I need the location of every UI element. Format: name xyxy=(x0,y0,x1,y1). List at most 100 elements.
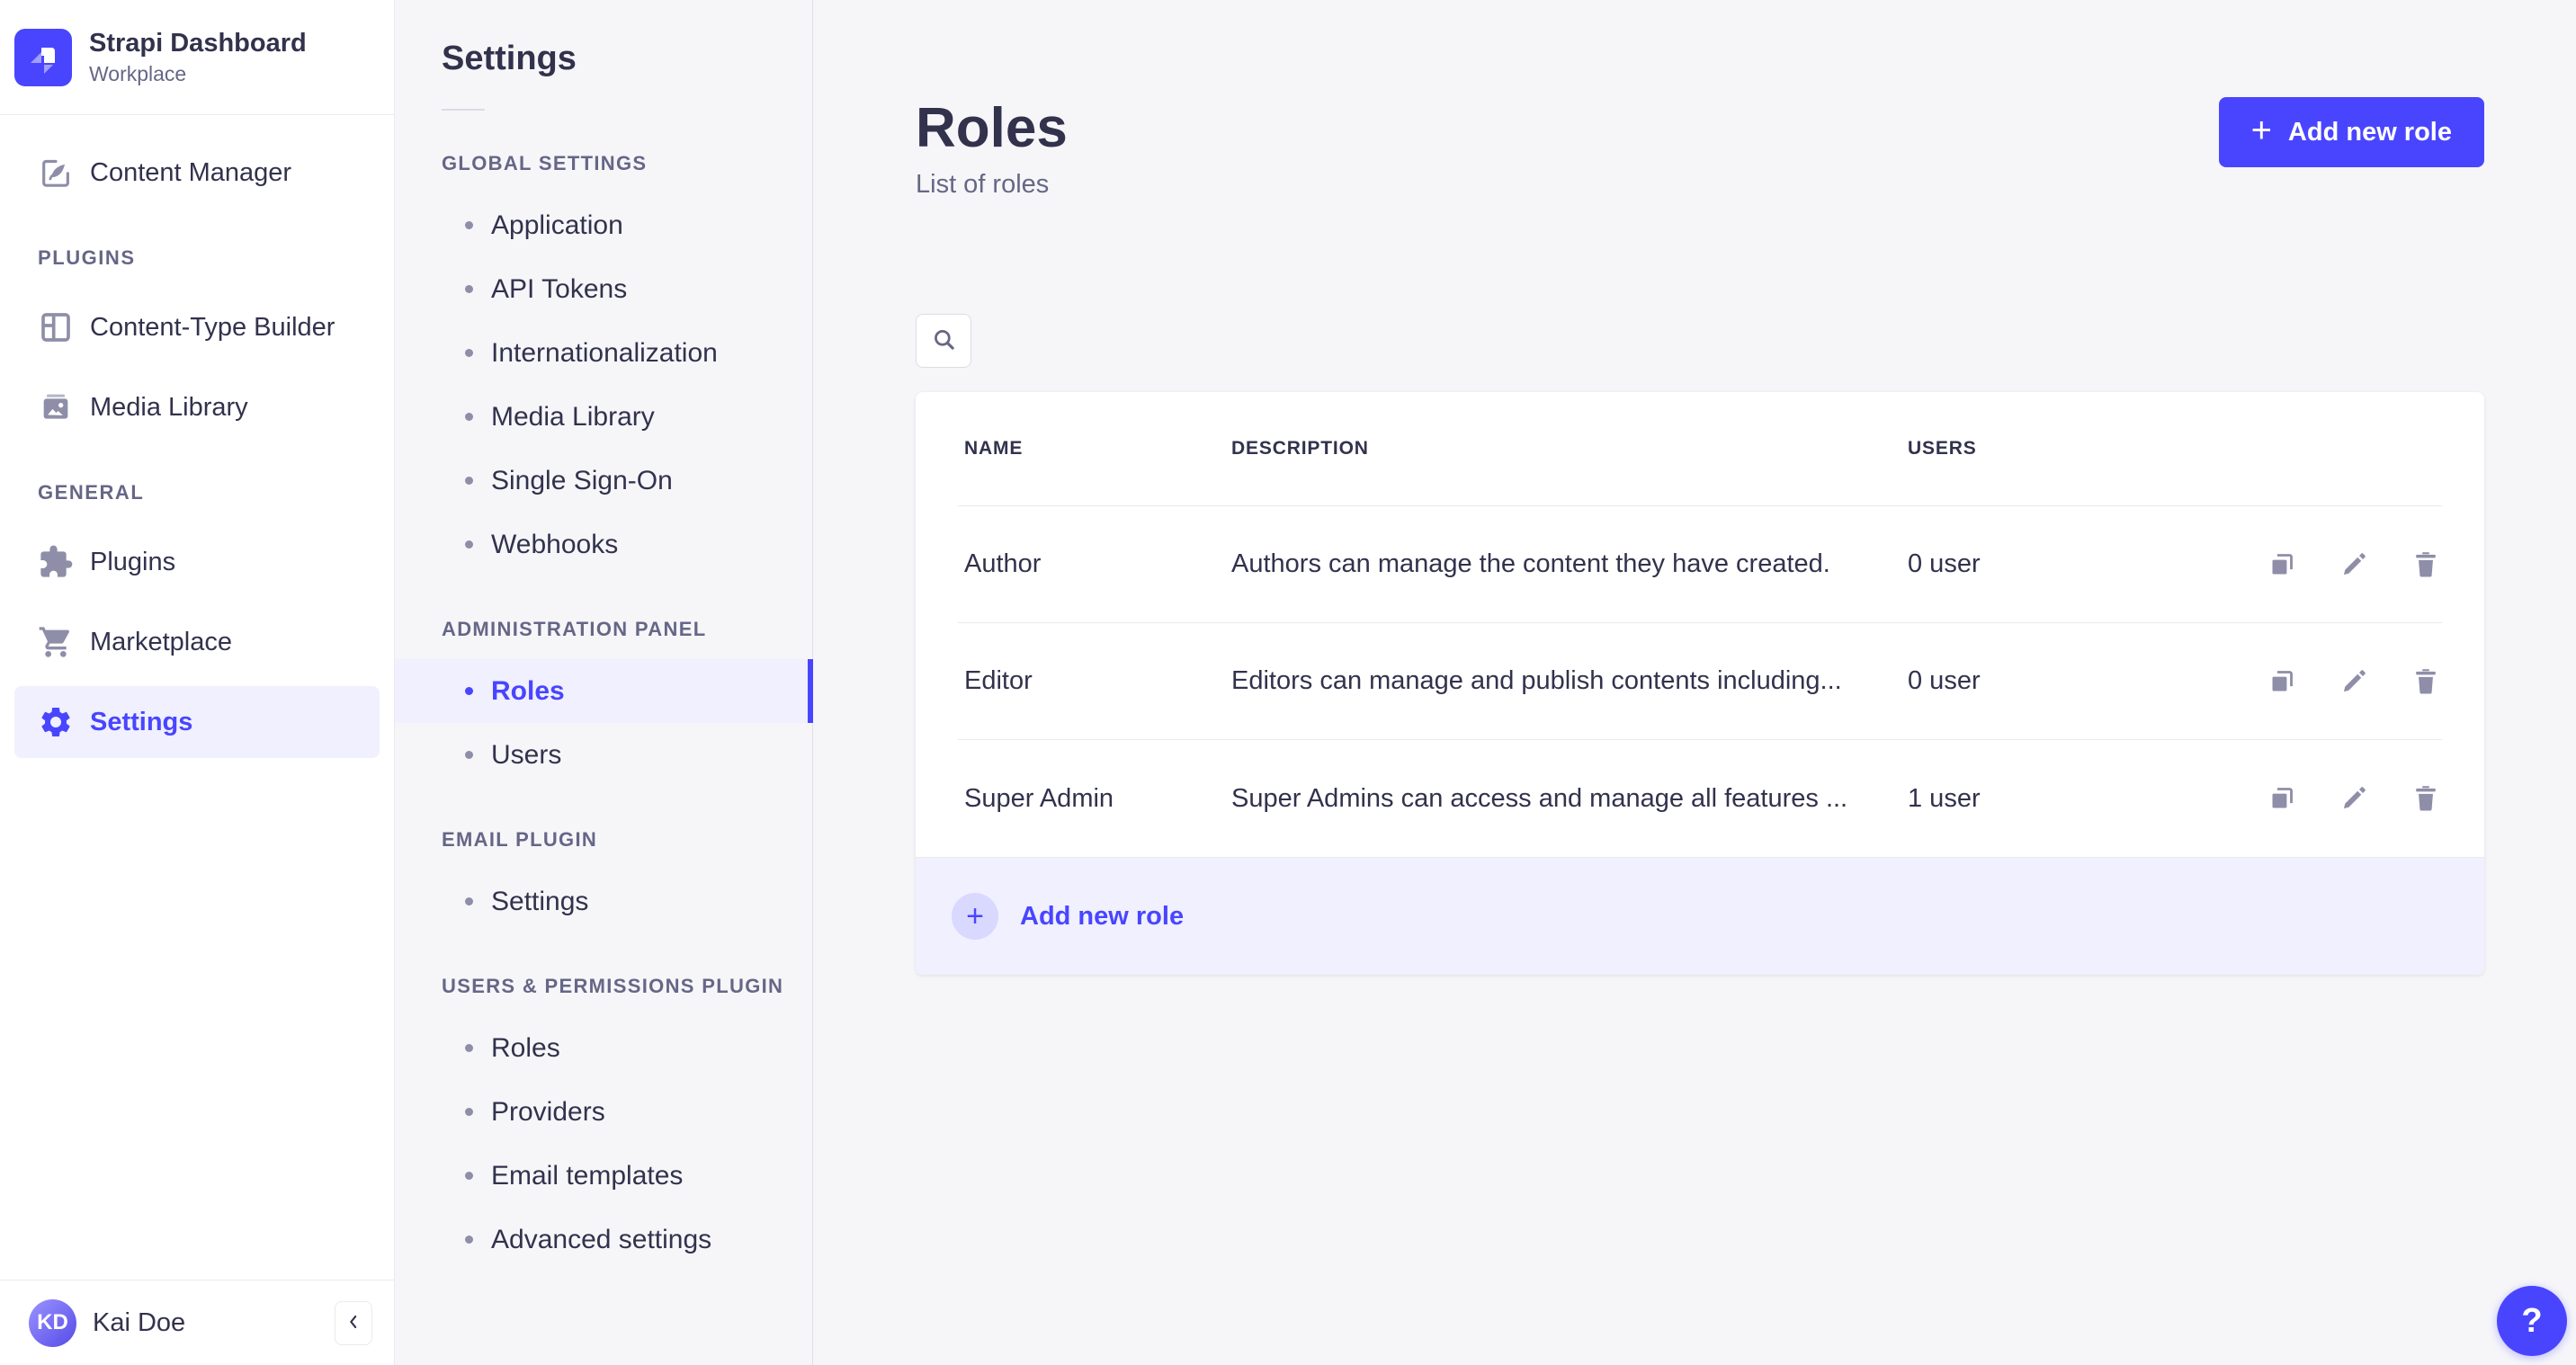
page-subtitle: List of roles xyxy=(916,170,1050,200)
settings-item-label: API Tokens xyxy=(491,273,628,304)
settings-item-up-roles[interactable]: Roles xyxy=(395,1016,812,1080)
settings-item-label: Settings xyxy=(491,886,589,916)
add-new-role-button-label: Add new role xyxy=(2287,117,2452,147)
sidebar-item-label: Content-Type Builder xyxy=(90,312,335,342)
search-icon xyxy=(929,325,959,357)
subsidebar-title: Settings xyxy=(442,40,577,77)
settings-item-label: Roles xyxy=(491,675,565,706)
role-name: Author xyxy=(964,549,1042,579)
section-items: Application API Tokens Internationalizat… xyxy=(395,193,812,576)
page-title: Roles xyxy=(916,97,1068,159)
cart-icon xyxy=(38,624,74,660)
gear-icon xyxy=(38,704,74,740)
sidebar-item-marketplace[interactable]: Marketplace xyxy=(14,606,380,678)
settings-item-admin-roles[interactable]: Roles xyxy=(395,659,813,723)
main-content: Roles List of roles + Add new role NAME … xyxy=(813,0,2576,1365)
sidebar-item-settings[interactable]: Settings xyxy=(14,686,380,758)
delete-icon[interactable] xyxy=(2410,782,2442,815)
sidebar-item-content-type-builder[interactable]: Content-Type Builder xyxy=(14,291,380,363)
bullet-icon xyxy=(465,413,473,421)
row-actions xyxy=(2234,549,2442,581)
delete-icon[interactable] xyxy=(2410,549,2442,581)
main-sidebar: Strapi Dashboard Workplace Content Manag… xyxy=(0,0,395,1365)
settings-item-api-tokens[interactable]: API Tokens xyxy=(395,257,812,321)
avatar[interactable]: KD xyxy=(29,1298,76,1347)
table-row-super-admin[interactable]: Super Admin Super Admins can access and … xyxy=(958,740,2442,857)
sidebar-item-content-manager[interactable]: Content Manager xyxy=(14,137,380,209)
duplicate-icon[interactable] xyxy=(2266,782,2298,815)
edit-icon[interactable] xyxy=(2338,782,2370,815)
section-items: Roles Users xyxy=(395,659,813,787)
collapse-sidebar-button[interactable] xyxy=(335,1300,372,1345)
strapi-logo-icon xyxy=(14,28,72,86)
section-label: USERS & PERMISSIONS PLUGIN xyxy=(442,975,784,997)
section-email-plugin: EMAIL PLUGIN Settings xyxy=(395,828,812,933)
bullet-icon xyxy=(465,1172,473,1180)
roles-table-card: NAME DESCRIPTION USERS Author Authors ca… xyxy=(916,392,2484,976)
sidebar-item-label: Media Library xyxy=(90,392,248,422)
footer-add-label: Add new role xyxy=(1020,901,1185,931)
settings-item-label: Media Library xyxy=(491,401,655,432)
settings-item-internationalization[interactable]: Internationalization xyxy=(395,321,812,385)
sidebar-item-media-library[interactable]: Media Library xyxy=(14,371,380,443)
plus-circle-icon: + xyxy=(952,893,998,941)
help-button[interactable]: ? xyxy=(2497,1286,2567,1356)
role-users-count: 1 user xyxy=(1908,783,1981,813)
role-name: Editor xyxy=(964,666,1033,696)
section-items: Settings xyxy=(395,870,812,933)
settings-item-email-settings[interactable]: Settings xyxy=(395,870,812,933)
bullet-icon xyxy=(465,897,473,906)
duplicate-icon[interactable] xyxy=(2266,665,2298,698)
chevron-left-icon xyxy=(342,1310,365,1336)
sidebar-item-label: Plugins xyxy=(90,547,176,576)
edit-icon[interactable] xyxy=(2338,549,2370,581)
role-name: Super Admin xyxy=(964,783,1114,813)
roles-table: NAME DESCRIPTION USERS Author Authors ca… xyxy=(958,392,2442,857)
settings-item-single-sign-on[interactable]: Single Sign-On xyxy=(395,449,812,513)
bullet-icon xyxy=(465,1044,473,1052)
settings-item-providers[interactable]: Providers xyxy=(395,1080,812,1144)
role-description: Editors can manage and publish contents … xyxy=(1231,666,1842,696)
settings-item-admin-users[interactable]: Users xyxy=(395,723,812,787)
settings-item-label: Single Sign-On xyxy=(491,465,673,495)
section-label: ADMINISTRATION PANEL xyxy=(442,618,707,640)
settings-item-email-templates[interactable]: Email templates xyxy=(395,1144,812,1208)
divider xyxy=(442,109,485,111)
page-title-block: Roles List of roles xyxy=(916,95,1068,200)
app-root: Strapi Dashboard Workplace Content Manag… xyxy=(0,0,2576,1365)
role-description: Authors can manage the content they have… xyxy=(1231,549,1830,579)
page-header: Roles List of roles + Add new role xyxy=(916,95,2484,200)
search-button[interactable] xyxy=(916,314,971,369)
section-items: Roles Providers Email templates Advanced… xyxy=(395,1016,812,1271)
settings-subsidebar: Settings GLOBAL SETTINGS Application API… xyxy=(395,0,813,1365)
user-name: Kai Doe xyxy=(93,1307,186,1337)
bullet-icon xyxy=(465,477,473,485)
settings-item-label: Users xyxy=(491,739,562,770)
sidebar-item-plugins[interactable]: Plugins xyxy=(14,526,380,598)
role-users-count: 0 user xyxy=(1908,549,1981,579)
duplicate-icon[interactable] xyxy=(2266,549,2298,581)
sidebar-item-label: Marketplace xyxy=(90,627,232,656)
add-new-role-button[interactable]: + Add new role xyxy=(2218,97,2484,167)
bullet-icon xyxy=(465,349,473,357)
table-row-author[interactable]: Author Authors can manage the content th… xyxy=(958,506,2442,624)
section-global-settings: GLOBAL SETTINGS Application API Tokens I… xyxy=(395,152,812,576)
bullet-icon xyxy=(465,751,473,759)
bullet-icon xyxy=(465,221,473,229)
delete-icon[interactable] xyxy=(2410,665,2442,698)
brand: Strapi Dashboard Workplace xyxy=(0,0,394,115)
settings-item-application[interactable]: Application xyxy=(395,193,812,257)
feather-pen-icon xyxy=(38,155,74,191)
toolbar xyxy=(916,314,2484,369)
table-footer-add-row[interactable]: + Add new role xyxy=(916,857,2484,976)
settings-item-label: Providers xyxy=(491,1096,605,1127)
edit-icon[interactable] xyxy=(2338,665,2370,698)
column-header-description: DESCRIPTION xyxy=(1231,438,1369,459)
settings-item-label: Advanced settings xyxy=(491,1224,712,1254)
settings-item-webhooks[interactable]: Webhooks xyxy=(395,513,812,576)
sidebar-item-label: Content Manager xyxy=(90,157,292,187)
table-row-editor[interactable]: Editor Editors can manage and publish co… xyxy=(958,623,2442,741)
role-description: Super Admins can access and manage all f… xyxy=(1231,783,1848,813)
settings-item-advanced-settings[interactable]: Advanced settings xyxy=(395,1208,812,1271)
settings-item-media-library[interactable]: Media Library xyxy=(395,385,812,449)
